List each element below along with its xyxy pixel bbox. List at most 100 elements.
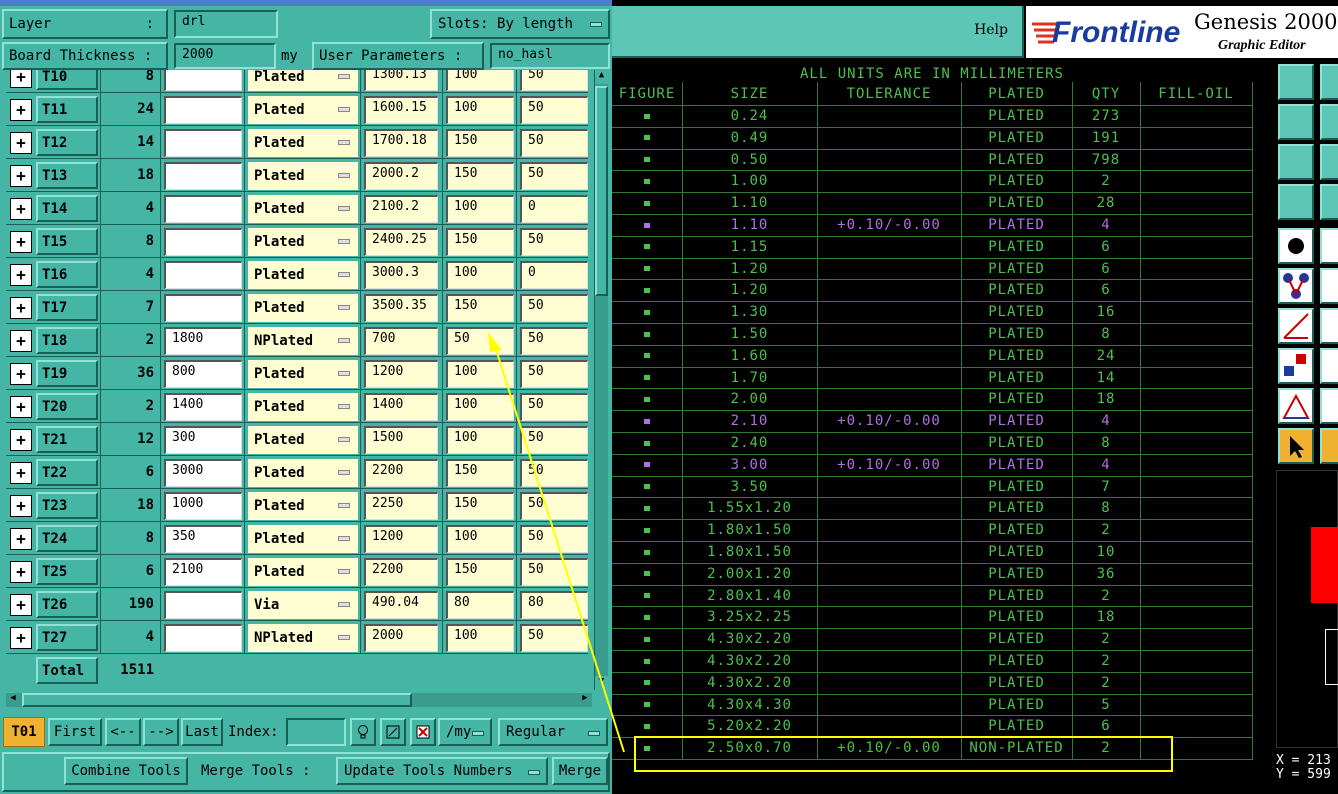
zoom-fit-icon[interactable] bbox=[1278, 144, 1314, 180]
expand-icon[interactable]: + bbox=[10, 132, 32, 154]
drill-size-input[interactable]: 1400 bbox=[364, 393, 438, 421]
type-dropdown[interactable]: Plated bbox=[248, 525, 358, 553]
expand-icon[interactable]: + bbox=[10, 528, 32, 550]
tool-button[interactable]: T17 bbox=[36, 294, 98, 321]
finish-size-input[interactable] bbox=[164, 294, 242, 322]
merge-tools-dropdown[interactable]: Update Tools Numbers bbox=[336, 757, 548, 785]
type-dropdown[interactable]: Plated bbox=[248, 426, 358, 454]
expand-icon[interactable]: + bbox=[10, 231, 32, 253]
expand-icon[interactable]: + bbox=[10, 165, 32, 187]
copy-layer-icon[interactable] bbox=[1278, 104, 1314, 140]
dash-icon[interactable] bbox=[1320, 348, 1338, 384]
merge-button[interactable]: Merge bbox=[552, 757, 608, 785]
tol-minus-input[interactable]: 50 bbox=[520, 96, 588, 124]
finish-size-input[interactable]: 1800 bbox=[164, 327, 242, 355]
drill-size-input[interactable]: 2200 bbox=[364, 459, 438, 487]
drill-size-input[interactable]: 2100.2 bbox=[364, 195, 438, 223]
tol-plus-input[interactable]: 100 bbox=[446, 195, 514, 223]
finish-size-input[interactable] bbox=[164, 129, 242, 157]
slope-icon[interactable] bbox=[1320, 388, 1338, 424]
tol-plus-input[interactable]: 100 bbox=[446, 360, 514, 388]
tol-minus-input[interactable]: 50 bbox=[520, 525, 588, 553]
tol-minus-input[interactable]: 50 bbox=[520, 162, 588, 190]
drill-size-input[interactable]: 3000.3 bbox=[364, 261, 438, 289]
finish-size-input[interactable] bbox=[164, 162, 242, 190]
finish-size-input[interactable] bbox=[164, 624, 242, 652]
drill-size-input[interactable]: 1200 bbox=[364, 360, 438, 388]
scroll-left-icon[interactable]: ◀ bbox=[6, 693, 20, 707]
horizontal-scrollbar[interactable]: ◀ ▶ bbox=[6, 693, 592, 707]
tol-plus-input[interactable]: 150 bbox=[446, 459, 514, 487]
type-dropdown[interactable]: Plated bbox=[248, 558, 358, 586]
tol-plus-input[interactable]: 100 bbox=[446, 525, 514, 553]
square-select-icon[interactable] bbox=[1278, 348, 1314, 384]
tol-minus-input[interactable]: 50 bbox=[520, 327, 588, 355]
type-dropdown[interactable]: Plated bbox=[248, 459, 358, 487]
finish-size-input[interactable] bbox=[164, 228, 242, 256]
tool-button[interactable]: T16 bbox=[36, 261, 98, 288]
arc-icon[interactable] bbox=[1320, 228, 1338, 264]
expand-icon[interactable]: + bbox=[10, 297, 32, 319]
finish-size-input[interactable] bbox=[164, 195, 242, 223]
tool-button[interactable]: T11 bbox=[36, 96, 98, 123]
finish-size-input[interactable]: 3000 bbox=[164, 459, 242, 487]
tol-plus-input[interactable]: 100 bbox=[446, 261, 514, 289]
board-thickness-input[interactable]: 2000 bbox=[174, 43, 276, 69]
finish-size-input[interactable]: 350 bbox=[164, 525, 242, 553]
last-button[interactable]: Last bbox=[181, 718, 223, 746]
expand-icon[interactable]: + bbox=[10, 99, 32, 121]
palette-icon[interactable] bbox=[1320, 144, 1338, 180]
type-dropdown[interactable]: Plated bbox=[248, 162, 358, 190]
drill-size-input[interactable]: 2200 bbox=[364, 558, 438, 586]
tol-minus-input[interactable]: 50 bbox=[520, 426, 588, 454]
tool-button[interactable]: T26 bbox=[36, 591, 98, 618]
lightbulb-icon[interactable] bbox=[350, 718, 376, 746]
expand-icon[interactable]: + bbox=[10, 495, 32, 517]
drill-size-input[interactable]: 1500 bbox=[364, 426, 438, 454]
unit-dropdown[interactable]: /my bbox=[438, 718, 492, 746]
type-dropdown[interactable]: NPlated bbox=[248, 327, 358, 355]
line-icon[interactable] bbox=[1320, 308, 1338, 344]
tol-minus-input[interactable]: 50 bbox=[520, 624, 588, 652]
tool-button[interactable]: T24 bbox=[36, 525, 98, 552]
triangle-icon[interactable] bbox=[1278, 388, 1314, 424]
drill-size-input[interactable]: 2000 bbox=[364, 624, 438, 652]
tol-plus-input[interactable]: 100 bbox=[446, 96, 514, 124]
finish-size-input[interactable]: 300 bbox=[164, 426, 242, 454]
first-button[interactable]: First bbox=[48, 718, 102, 746]
tol-minus-input[interactable]: 50 bbox=[520, 228, 588, 256]
drill-size-input[interactable]: 700 bbox=[364, 327, 438, 355]
tol-minus-input[interactable]: 50 bbox=[520, 393, 588, 421]
tool-button[interactable]: T23 bbox=[36, 492, 98, 519]
expand-icon[interactable]: + bbox=[10, 594, 32, 616]
tool-button[interactable]: T20 bbox=[36, 393, 98, 420]
tol-minus-input[interactable]: 50 bbox=[520, 129, 588, 157]
expand-icon[interactable]: + bbox=[10, 363, 32, 385]
drill-size-input[interactable]: 2000.2 bbox=[364, 162, 438, 190]
finish-size-input[interactable] bbox=[164, 70, 242, 91]
tol-minus-input[interactable]: 50 bbox=[520, 360, 588, 388]
finish-size-input[interactable]: 1000 bbox=[164, 492, 242, 520]
type-dropdown[interactable]: Plated bbox=[248, 129, 358, 157]
tol-plus-input[interactable]: 150 bbox=[446, 228, 514, 256]
expand-icon[interactable]: + bbox=[10, 627, 32, 649]
type-dropdown[interactable]: Plated bbox=[248, 195, 358, 223]
tol-minus-input[interactable]: 50 bbox=[520, 459, 588, 487]
drill-size-input[interactable]: 1200 bbox=[364, 525, 438, 553]
tool-button[interactable]: T15 bbox=[36, 228, 98, 255]
expand-icon[interactable]: + bbox=[10, 396, 32, 418]
tol-minus-input[interactable]: 50 bbox=[520, 492, 588, 520]
tol-plus-input[interactable]: 150 bbox=[446, 294, 514, 322]
scroll-down-icon[interactable]: ▼ bbox=[595, 676, 608, 690]
layer-input[interactable]: drl bbox=[174, 10, 278, 38]
drill-size-input[interactable]: 1600.15 bbox=[364, 96, 438, 124]
tol-plus-input[interactable]: 100 bbox=[446, 70, 514, 91]
palette-icon[interactable] bbox=[1320, 64, 1338, 100]
tol-plus-input[interactable]: 150 bbox=[446, 162, 514, 190]
type-dropdown[interactable]: Plated bbox=[248, 70, 358, 91]
window-titlebar[interactable] bbox=[0, 0, 612, 6]
index-input[interactable] bbox=[286, 718, 346, 746]
user-parameters-input[interactable]: no_hasl bbox=[490, 43, 610, 69]
pointer-icon[interactable] bbox=[1278, 428, 1314, 464]
type-dropdown[interactable]: Plated bbox=[248, 96, 358, 124]
